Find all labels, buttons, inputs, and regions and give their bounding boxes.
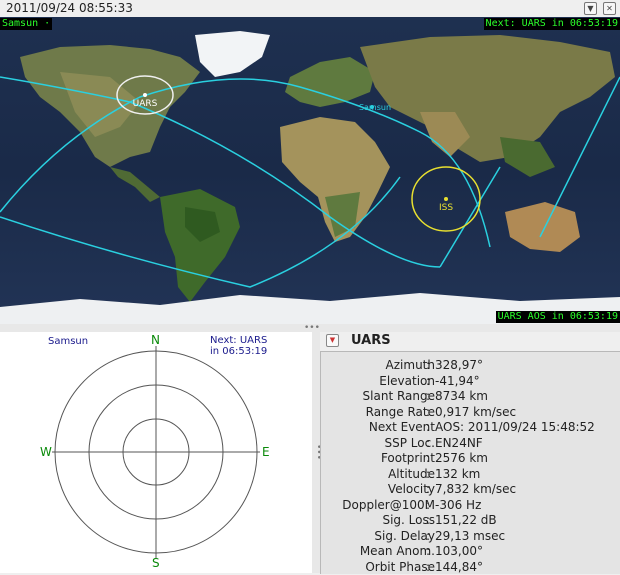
datetime-label: 2011/09/24 08:55:33 xyxy=(6,1,133,15)
info-row: SSP Loc.: EN24NF xyxy=(321,435,620,451)
world-map[interactable]: UARS ISS Samsun Samsun · Next: UARS in 0… xyxy=(0,17,620,324)
info-header: ▼ UARS xyxy=(320,332,620,350)
info-row-label: Mean Anom. xyxy=(359,544,435,558)
info-row-value: 0,917 km/sec xyxy=(435,404,517,419)
info-row-value: 144,84° xyxy=(435,559,483,574)
info-row-value: 2576 km xyxy=(435,451,488,465)
info-row-separator: : xyxy=(426,497,431,512)
info-row-label: Doppler@100M xyxy=(342,497,435,512)
info-row-value: EN24NF xyxy=(435,435,483,450)
iss-marker xyxy=(444,197,448,201)
close-icon[interactable]: ✕ xyxy=(603,2,616,15)
aos-label: UARS AOS in 06:53:19 xyxy=(495,311,620,323)
satellite-info-panel: ▼ UARS Azimuth:328,97° Elevation: -41,94° S… xyxy=(320,332,620,574)
info-row-value: 29,13 msec xyxy=(435,528,506,543)
info-row-separator: : xyxy=(426,451,431,465)
info-row-separator: : xyxy=(426,513,431,527)
horizontal-splitter[interactable]: ••• xyxy=(0,323,620,333)
info-row-separator: : xyxy=(426,482,431,496)
info-row-separator: : xyxy=(426,559,431,574)
info-row: Sig. Delay:29,13 msec xyxy=(321,528,620,544)
vertical-splitter[interactable]: ••• xyxy=(312,332,323,573)
qth-map-label: Samsun xyxy=(359,103,391,112)
polar-east: E xyxy=(262,445,270,459)
info-row: Next Event: AOS: 2011/09/24 15:48:52 xyxy=(321,419,620,435)
uars-marker xyxy=(143,93,147,97)
info-row-separator: : xyxy=(426,389,431,403)
polar-north: N xyxy=(151,333,160,347)
iss-map-label: ISS xyxy=(439,203,453,213)
info-row: Slant Range:8734 km xyxy=(321,388,620,404)
info-row: Mean Anom.:103,00° xyxy=(321,543,620,559)
info-row-separator: : xyxy=(426,435,431,450)
satellite-name: UARS xyxy=(351,333,391,348)
info-row: Elevation: -41,94° xyxy=(321,373,620,389)
info-row-value: AOS: 2011/09/24 15:48:52 xyxy=(435,420,595,434)
info-row-value: -306 Hz xyxy=(435,497,482,512)
top-bar: 2011/09/24 08:55:33 ▼ ✕ xyxy=(0,0,620,17)
info-row-value: -41,94° xyxy=(435,373,480,388)
info-row-separator: : xyxy=(426,404,431,419)
info-row-label: Slant Range xyxy=(362,389,435,403)
info-row-value: 103,00° xyxy=(435,544,483,558)
info-row: Azimuth:328,97° xyxy=(321,357,620,373)
info-row-value: 328,97° xyxy=(435,358,483,372)
info-row: Orbit Phase:144,84° xyxy=(321,559,620,575)
satellite-data-table: Azimuth:328,97° Elevation: -41,94° Slant Ra… xyxy=(320,351,620,574)
info-row-separator: : xyxy=(426,544,431,558)
info-row-label: Orbit Phase xyxy=(365,559,435,574)
info-row-separator: : xyxy=(426,420,431,434)
qth-label: Samsun · xyxy=(0,18,53,30)
satellite-menu-icon[interactable]: ▼ xyxy=(326,334,339,347)
info-row-separator: : xyxy=(426,358,431,372)
info-row-separator: : xyxy=(426,528,431,543)
info-row: Footprint:2576 km xyxy=(321,450,620,466)
info-row: Sig. Loss:151,22 dB xyxy=(321,512,620,528)
info-row: Altitude:132 km xyxy=(321,466,620,482)
dropdown-icon[interactable]: ▼ xyxy=(584,2,597,15)
info-row-value: 132 km xyxy=(435,466,481,481)
uars-map-label: UARS xyxy=(133,99,158,109)
info-row-separator: : xyxy=(426,466,431,481)
splitter-grip-icon: ••• xyxy=(304,323,320,333)
info-row: Doppler@100M: -306 Hz xyxy=(321,497,620,513)
info-row-value: 7,832 km/sec xyxy=(435,482,517,496)
polar-south: S xyxy=(152,556,160,570)
info-row: Velocity:7,832 km/sec xyxy=(321,481,620,497)
next-event-label: Next: UARS in 06:53:19 xyxy=(483,18,620,30)
polar-view[interactable]: Samsun Next: UARS in 06:53:19 N S E W xyxy=(0,332,312,573)
info-row-separator: : xyxy=(426,373,431,388)
info-row-label: Range Rate xyxy=(365,404,435,419)
map-canvas: UARS ISS Samsun xyxy=(0,17,620,324)
info-row: Range Rate:0,917 km/sec xyxy=(321,404,620,420)
polar-west: W xyxy=(40,445,52,459)
info-row-value: 8734 km xyxy=(435,389,488,403)
info-row-value: 151,22 dB xyxy=(435,513,497,527)
